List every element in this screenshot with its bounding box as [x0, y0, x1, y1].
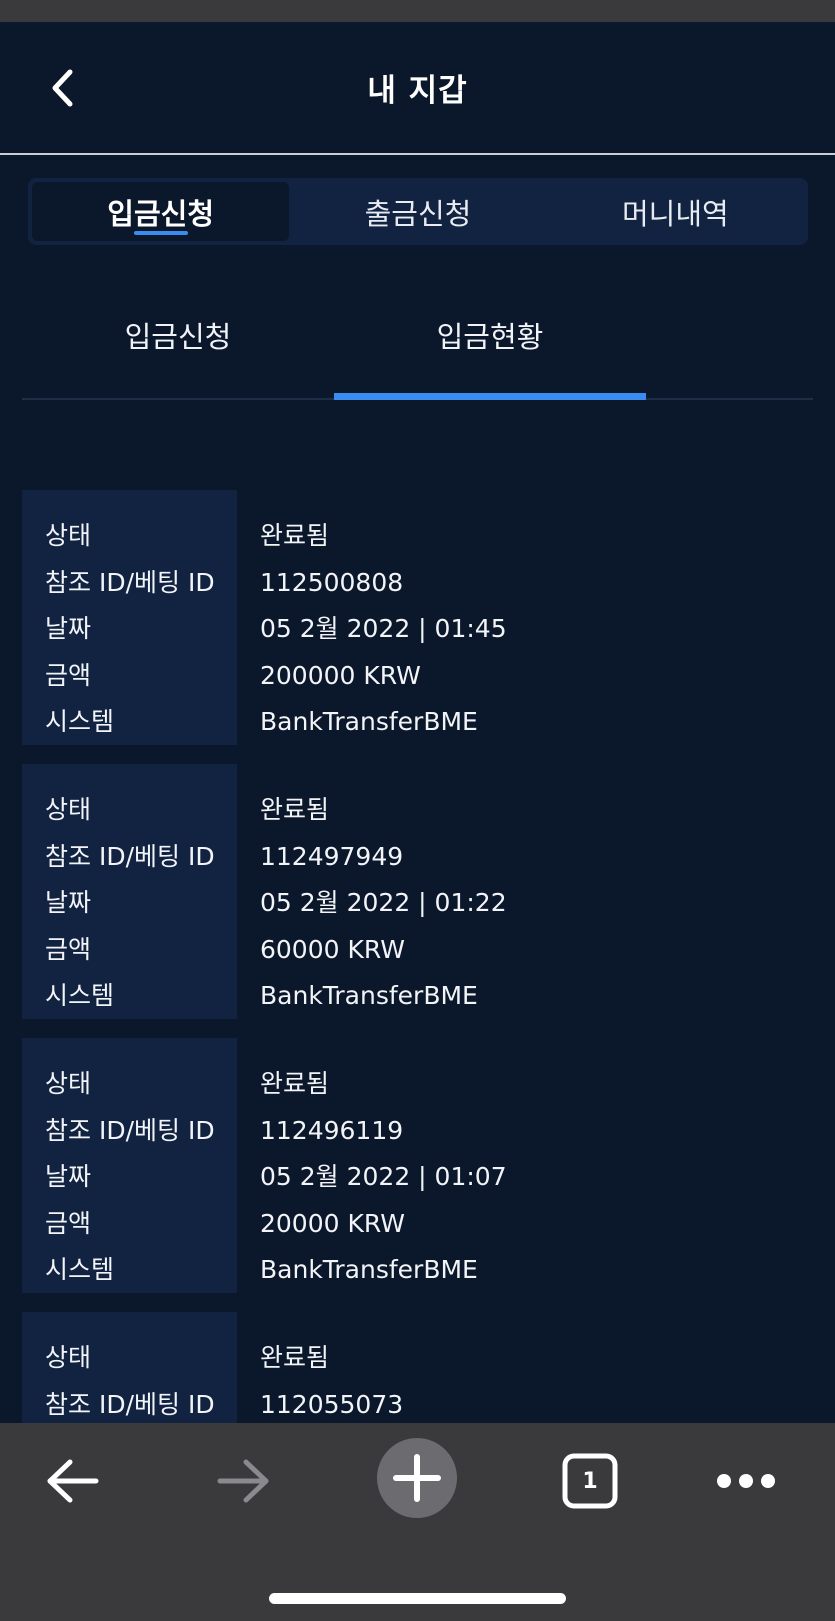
label-status: 상태	[45, 1069, 92, 1098]
label-system: 시스템	[45, 707, 115, 736]
value-status: 완료됨	[260, 795, 330, 824]
label-status: 상태	[45, 1343, 92, 1372]
label-date: 날짜	[45, 1162, 92, 1191]
back-button[interactable]	[46, 66, 80, 110]
sub-tabs: 입금신청 입금현황	[22, 290, 813, 400]
record-values: 완료됨 112055073	[237, 1312, 403, 1423]
browser-toolbar: 1	[0, 1423, 835, 1621]
label-system: 시스템	[45, 981, 115, 1010]
deposit-records-list: 상태 참조 ID/베팅 ID 날짜 금액 시스템 완료됨 112500808 0…	[22, 490, 813, 1423]
value-amount: 60000 KRW	[260, 934, 405, 964]
label-reference: 참조 ID/베팅 ID	[45, 1115, 215, 1145]
main-tabs: 입금신청 출금신청 머니내역	[28, 178, 808, 245]
more-button[interactable]	[710, 1445, 782, 1517]
status-strip	[0, 0, 835, 22]
browser-forward-button[interactable]	[208, 1445, 280, 1517]
record-labels: 상태 참조 ID/베팅 ID 날짜 금액 시스템	[22, 1312, 237, 1423]
value-date: 05 2월 2022 | 01:45	[260, 614, 507, 643]
home-indicator	[269, 1593, 566, 1604]
value-system: BankTransferBME	[260, 981, 478, 1010]
tab-count: 1	[582, 1468, 598, 1494]
subtab-deposit-status[interactable]: 입금현황	[334, 290, 646, 400]
record-values: 완료됨 112497949 05 2월 2022 | 01:22 60000 K…	[237, 764, 507, 1019]
tab-withdrawal-request[interactable]: 출금신청	[289, 182, 546, 241]
value-reference: 112497949	[260, 841, 404, 871]
label-status: 상태	[45, 521, 92, 550]
value-status: 완료됨	[260, 1069, 330, 1098]
list-item: 상태 참조 ID/베팅 ID 날짜 금액 시스템 완료됨 112497949 0…	[22, 764, 813, 1019]
label-amount: 금액	[45, 934, 92, 964]
list-item: 상태 참조 ID/베팅 ID 날짜 금액 시스템 완료됨 112500808 0…	[22, 490, 813, 745]
arrow-right-icon	[217, 1459, 269, 1503]
value-date: 05 2월 2022 | 01:07	[260, 1162, 507, 1191]
tab-deposit-request[interactable]: 입금신청	[32, 182, 290, 241]
value-status: 완료됨	[260, 521, 330, 550]
value-reference: 112496119	[260, 1115, 404, 1145]
label-reference: 참조 ID/베팅 ID	[45, 1389, 215, 1419]
record-values: 완료됨 112500808 05 2월 2022 | 01:45 200000 …	[237, 490, 507, 745]
value-reference: 112055073	[260, 1389, 404, 1419]
app-header: 내 지갑	[0, 22, 835, 155]
label-status: 상태	[45, 795, 92, 824]
arrow-left-icon	[47, 1459, 99, 1503]
label-date: 날짜	[45, 888, 92, 917]
new-tab-button[interactable]	[376, 1437, 458, 1519]
browser-back-button[interactable]	[36, 1445, 108, 1517]
record-labels: 상태 참조 ID/베팅 ID 날짜 금액 시스템	[22, 764, 237, 1019]
record-values: 완료됨 112496119 05 2월 2022 | 01:07 20000 K…	[237, 1038, 507, 1293]
record-labels: 상태 참조 ID/베팅 ID 날짜 금액 시스템	[22, 490, 237, 745]
plus-icon	[377, 1438, 457, 1518]
value-system: BankTransferBME	[260, 707, 478, 736]
value-amount: 20000 KRW	[260, 1208, 405, 1238]
subtab-deposit-request[interactable]: 입금신청	[22, 290, 334, 398]
value-reference: 112500808	[260, 567, 404, 597]
label-reference: 참조 ID/베팅 ID	[45, 567, 215, 597]
page-title: 내 지갑	[367, 73, 468, 109]
label-amount: 금액	[45, 1208, 92, 1238]
tab-money-history[interactable]: 머니내역	[547, 182, 804, 241]
chevron-left-icon	[52, 69, 73, 107]
label-amount: 금액	[45, 660, 92, 690]
more-icon	[717, 1474, 775, 1488]
label-system: 시스템	[45, 1255, 115, 1284]
record-labels: 상태 참조 ID/베팅 ID 날짜 금액 시스템	[22, 1038, 237, 1293]
label-reference: 참조 ID/베팅 ID	[45, 841, 215, 871]
value-date: 05 2월 2022 | 01:22	[260, 888, 507, 917]
list-item: 상태 참조 ID/베팅 ID 날짜 금액 시스템 완료됨 112496119 0…	[22, 1038, 813, 1293]
value-status: 완료됨	[260, 1343, 330, 1372]
tabs-button[interactable]: 1	[554, 1445, 626, 1517]
label-date: 날짜	[45, 614, 92, 643]
list-item: 상태 참조 ID/베팅 ID 날짜 금액 시스템 완료됨 112055073	[22, 1312, 813, 1423]
value-amount: 200000 KRW	[260, 660, 421, 690]
value-system: BankTransferBME	[260, 1255, 478, 1284]
